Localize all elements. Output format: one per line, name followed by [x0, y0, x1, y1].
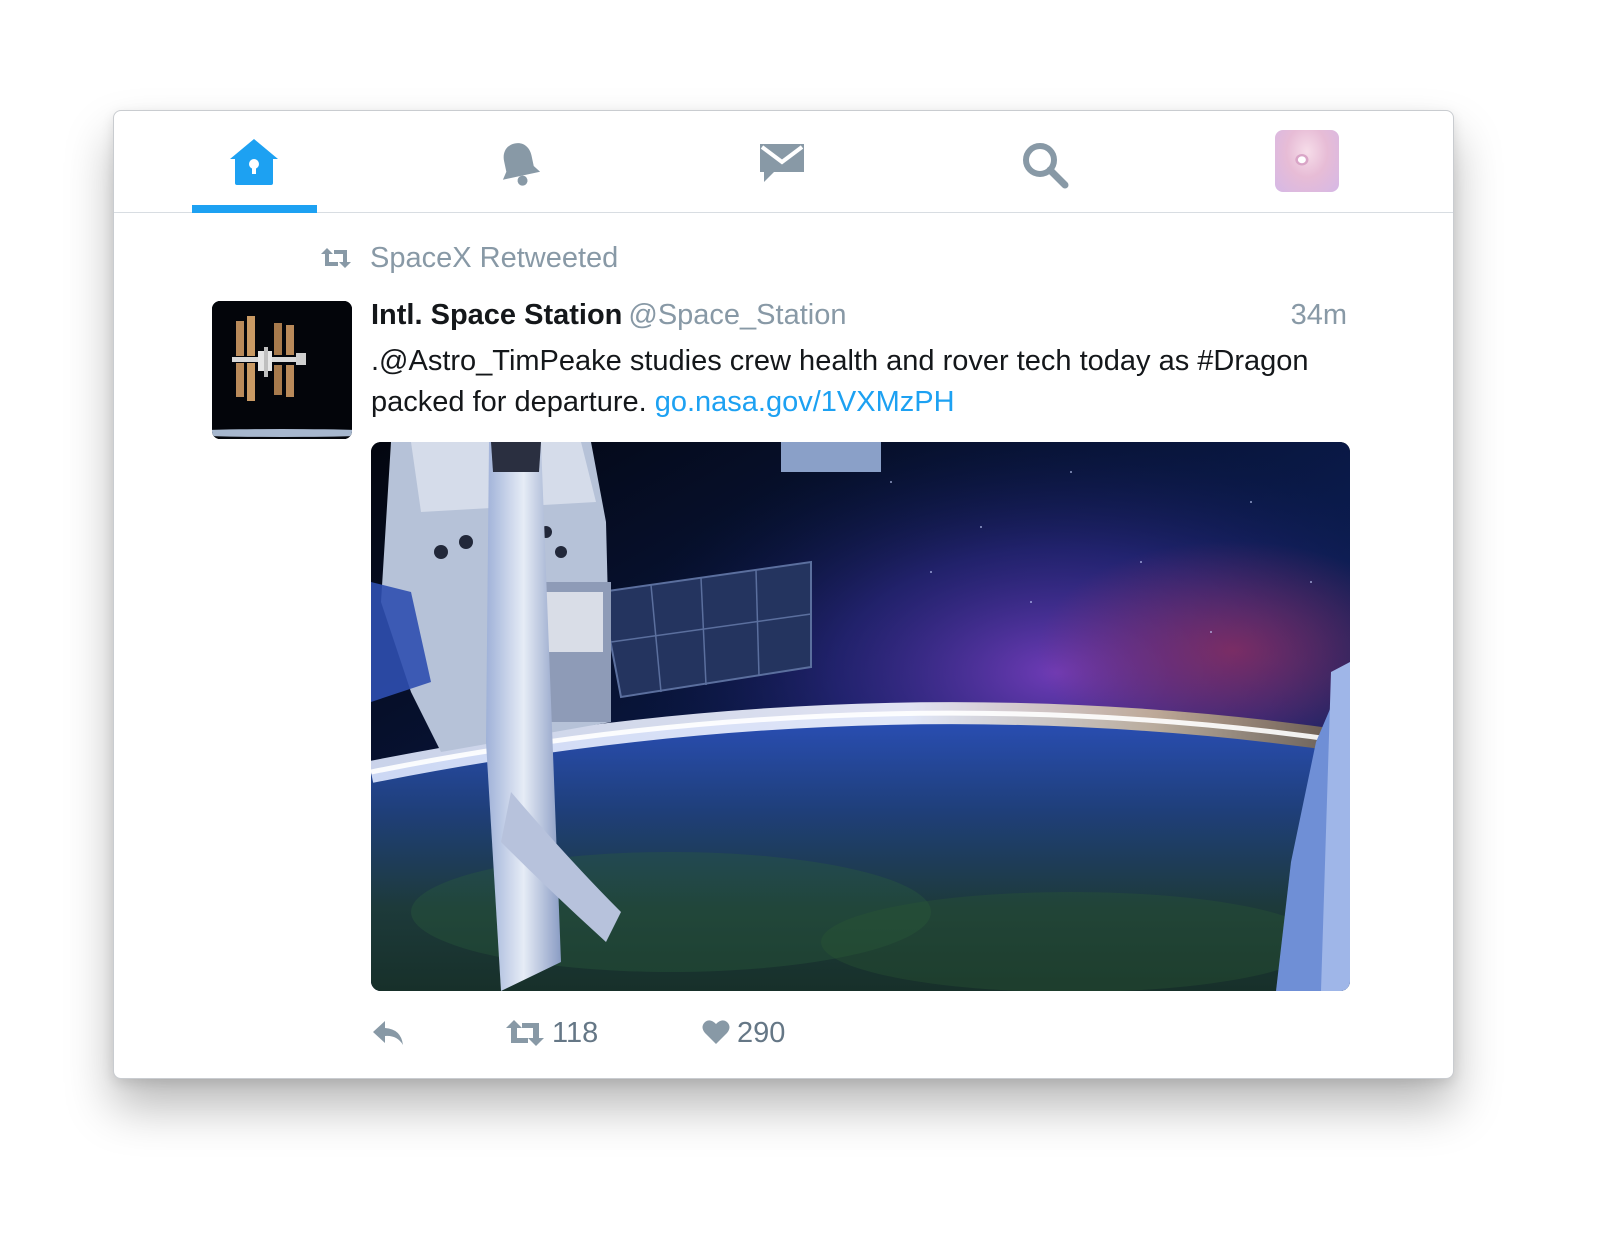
bell-icon — [502, 143, 541, 186]
retweet-context-label: SpaceX Retweeted — [370, 242, 619, 274]
space-station-avatar-image — [212, 301, 352, 439]
home-icon — [230, 139, 278, 185]
tweet-text: .@Astro_TimPeake studies crew health and… — [371, 341, 1331, 423]
active-tab-indicator — [192, 205, 317, 213]
like-count: 290 — [737, 1017, 786, 1049]
heart-icon — [702, 1020, 730, 1044]
like-button[interactable]: 290 — [702, 1015, 802, 1055]
twitter-window: SpaceX Retweeted Intl. Space Station @Sp… — [113, 110, 1454, 1079]
nav-search-tab[interactable] — [999, 111, 1089, 213]
nav-notifications-tab[interactable] — [474, 111, 564, 213]
reply-button[interactable] — [371, 1015, 411, 1055]
tweet-media[interactable] — [371, 442, 1350, 991]
retweet-button[interactable]: 118 — [505, 1015, 615, 1055]
reply-icon — [373, 1021, 403, 1045]
retweet-icon — [321, 248, 351, 268]
earth-from-iss-photo — [371, 442, 1350, 991]
search-icon — [1023, 143, 1069, 189]
envelope-icon — [760, 144, 804, 182]
tweet-header: Intl. Space Station @Space_Station — [371, 299, 846, 339]
author-name[interactable]: Intl. Space Station — [371, 299, 622, 331]
profile-avatar[interactable] — [1275, 130, 1339, 192]
retweet-count: 118 — [552, 1017, 599, 1049]
top-navigation — [114, 111, 1453, 213]
nav-home-tab[interactable] — [192, 111, 317, 213]
nav-messages-tab[interactable] — [734, 111, 828, 213]
author-avatar[interactable] — [212, 301, 352, 439]
tweet-timestamp[interactable]: 34m — [1291, 299, 1347, 332]
author-handle[interactable]: @Space_Station — [628, 299, 846, 331]
tweet-link[interactable]: go.nasa.gov/1VXMzPH — [655, 386, 955, 418]
retweet-icon — [506, 1020, 544, 1046]
